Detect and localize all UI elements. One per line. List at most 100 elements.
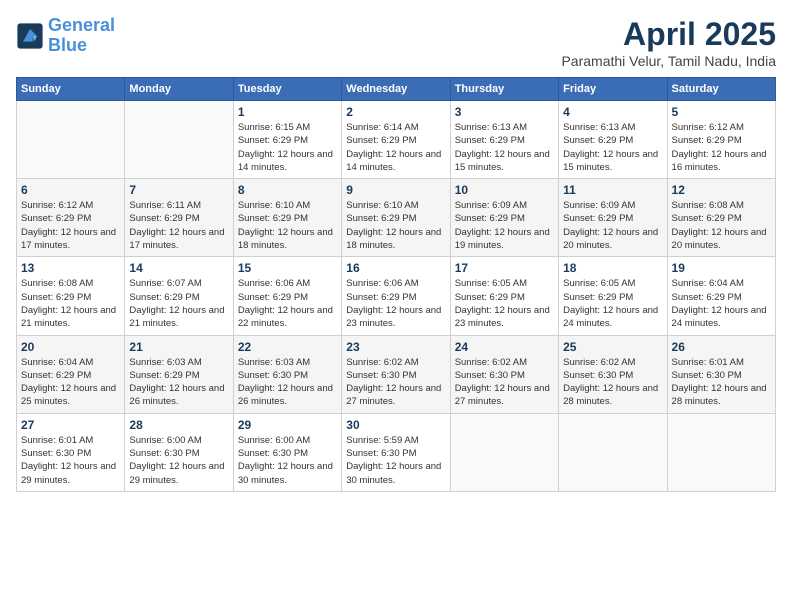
day-number: 7: [129, 183, 228, 197]
day-info: Sunrise: 6:08 AM Sunset: 6:29 PM Dayligh…: [672, 199, 771, 252]
day-cell: 17Sunrise: 6:05 AM Sunset: 6:29 PM Dayli…: [450, 257, 558, 335]
day-number: 14: [129, 261, 228, 275]
day-number: 30: [346, 418, 445, 432]
day-cell: 22Sunrise: 6:03 AM Sunset: 6:30 PM Dayli…: [233, 335, 341, 413]
day-cell: 9Sunrise: 6:10 AM Sunset: 6:29 PM Daylig…: [342, 179, 450, 257]
day-number: 8: [238, 183, 337, 197]
day-cell: 28 Sunrise: 6:00 AM Sunset: 6:30 PM Dayli…: [125, 413, 233, 491]
week-row-4: 20Sunrise: 6:04 AM Sunset: 6:29 PM Dayli…: [17, 335, 776, 413]
day-cell: 20Sunrise: 6:04 AM Sunset: 6:29 PM Dayli…: [17, 335, 125, 413]
week-row-2: 6Sunrise: 6:12 AM Sunset: 6:29 PM Daylig…: [17, 179, 776, 257]
header-cell-wednesday: Wednesday: [342, 78, 450, 101]
day-info: Sunrise: 6:14 AM Sunset: 6:29 PM Dayligh…: [346, 121, 445, 174]
day-cell: [667, 413, 775, 491]
day-info: Sunrise: 6:08 AM Sunset: 6:29 PM Dayligh…: [21, 277, 120, 330]
day-info: Sunrise: 6:04 AM Sunset: 6:29 PM Dayligh…: [672, 277, 771, 330]
week-row-3: 13Sunrise: 6:08 AM Sunset: 6:29 PM Dayli…: [17, 257, 776, 335]
day-info: Sunrise: 6:03 AM Sunset: 6:29 PM Dayligh…: [129, 356, 228, 409]
day-number: 25: [563, 340, 662, 354]
day-cell: 19Sunrise: 6:04 AM Sunset: 6:29 PM Dayli…: [667, 257, 775, 335]
week-row-1: 1 Sunrise: 6:15 AM Sunset: 6:29 PM Daylig…: [17, 101, 776, 179]
day-number: 28: [129, 418, 228, 432]
day-info: Sunrise: 6:05 AM Sunset: 6:29 PM Dayligh…: [563, 277, 662, 330]
day-info: Sunrise: 6:13 AM Sunset: 6:29 PM Dayligh…: [455, 121, 554, 174]
day-number: 10: [455, 183, 554, 197]
day-info: Sunrise: 6:12 AM Sunset: 6:29 PM Dayligh…: [672, 121, 771, 174]
day-cell: 13Sunrise: 6:08 AM Sunset: 6:29 PM Dayli…: [17, 257, 125, 335]
day-cell: 4 Sunrise: 6:13 AM Sunset: 6:29 PM Daylig…: [559, 101, 667, 179]
day-cell: 1 Sunrise: 6:15 AM Sunset: 6:29 PM Daylig…: [233, 101, 341, 179]
header-cell-sunday: Sunday: [17, 78, 125, 101]
day-cell: 26Sunrise: 6:01 AM Sunset: 6:30 PM Dayli…: [667, 335, 775, 413]
day-cell: 6Sunrise: 6:12 AM Sunset: 6:29 PM Daylig…: [17, 179, 125, 257]
day-number: 23: [346, 340, 445, 354]
day-cell: 5 Sunrise: 6:12 AM Sunset: 6:29 PM Daylig…: [667, 101, 775, 179]
day-info: Sunrise: 6:01 AM Sunset: 6:30 PM Dayligh…: [21, 434, 120, 487]
day-number: 29: [238, 418, 337, 432]
day-info: Sunrise: 5:59 AM Sunset: 6:30 PM Dayligh…: [346, 434, 445, 487]
day-cell: 21 Sunrise: 6:03 AM Sunset: 6:29 PM Dayli…: [125, 335, 233, 413]
day-number: 12: [672, 183, 771, 197]
day-cell: 8 Sunrise: 6:10 AM Sunset: 6:29 PM Daylig…: [233, 179, 341, 257]
day-cell: 2 Sunrise: 6:14 AM Sunset: 6:29 PM Daylig…: [342, 101, 450, 179]
calendar-table: SundayMondayTuesdayWednesdayThursdayFrid…: [16, 77, 776, 492]
day-cell: 12 Sunrise: 6:08 AM Sunset: 6:29 PM Dayli…: [667, 179, 775, 257]
day-number: 18: [563, 261, 662, 275]
calendar-header: SundayMondayTuesdayWednesdayThursdayFrid…: [17, 78, 776, 101]
logo-icon: [16, 22, 44, 50]
day-number: 21: [129, 340, 228, 354]
day-cell: [450, 413, 558, 491]
day-info: Sunrise: 6:07 AM Sunset: 6:29 PM Dayligh…: [129, 277, 228, 330]
header-cell-monday: Monday: [125, 78, 233, 101]
header-row: SundayMondayTuesdayWednesdayThursdayFrid…: [17, 78, 776, 101]
day-info: Sunrise: 6:13 AM Sunset: 6:29 PM Dayligh…: [563, 121, 662, 174]
day-cell: [559, 413, 667, 491]
day-cell: 25 Sunrise: 6:02 AM Sunset: 6:30 PM Dayli…: [559, 335, 667, 413]
header-cell-friday: Friday: [559, 78, 667, 101]
logo: General Blue: [16, 16, 115, 56]
day-cell: 18 Sunrise: 6:05 AM Sunset: 6:29 PM Dayli…: [559, 257, 667, 335]
day-cell: [17, 101, 125, 179]
day-info: Sunrise: 6:09 AM Sunset: 6:29 PM Dayligh…: [455, 199, 554, 252]
day-cell: 15 Sunrise: 6:06 AM Sunset: 6:29 PM Dayli…: [233, 257, 341, 335]
day-info: Sunrise: 6:06 AM Sunset: 6:29 PM Dayligh…: [238, 277, 337, 330]
header-cell-saturday: Saturday: [667, 78, 775, 101]
day-number: 15: [238, 261, 337, 275]
day-info: Sunrise: 6:05 AM Sunset: 6:29 PM Dayligh…: [455, 277, 554, 330]
day-number: 4: [563, 105, 662, 119]
day-number: 9: [346, 183, 445, 197]
day-number: 2: [346, 105, 445, 119]
day-cell: 16 Sunrise: 6:06 AM Sunset: 6:29 PM Dayli…: [342, 257, 450, 335]
day-number: 6: [21, 183, 120, 197]
day-info: Sunrise: 6:11 AM Sunset: 6:29 PM Dayligh…: [129, 199, 228, 252]
day-number: 11: [563, 183, 662, 197]
day-info: Sunrise: 6:09 AM Sunset: 6:29 PM Dayligh…: [563, 199, 662, 252]
day-number: 20: [21, 340, 120, 354]
day-cell: 29 Sunrise: 6:00 AM Sunset: 6:30 PM Dayli…: [233, 413, 341, 491]
calendar-body: 1 Sunrise: 6:15 AM Sunset: 6:29 PM Daylig…: [17, 101, 776, 492]
day-cell: 10 Sunrise: 6:09 AM Sunset: 6:29 PM Dayli…: [450, 179, 558, 257]
day-info: Sunrise: 6:02 AM Sunset: 6:30 PM Dayligh…: [563, 356, 662, 409]
day-info: Sunrise: 6:01 AM Sunset: 6:30 PM Dayligh…: [672, 356, 771, 409]
day-number: 22: [238, 340, 337, 354]
header: General Blue April 2025 Paramathi Velur,…: [16, 16, 776, 69]
day-info: Sunrise: 6:10 AM Sunset: 6:29 PM Dayligh…: [238, 199, 337, 252]
title-area: April 2025 Paramathi Velur, Tamil Nadu, …: [561, 16, 776, 69]
week-row-5: 27Sunrise: 6:01 AM Sunset: 6:30 PM Dayli…: [17, 413, 776, 491]
day-info: Sunrise: 6:15 AM Sunset: 6:29 PM Dayligh…: [238, 121, 337, 174]
calendar-title: April 2025: [561, 16, 776, 53]
day-cell: 23Sunrise: 6:02 AM Sunset: 6:30 PM Dayli…: [342, 335, 450, 413]
day-cell: 7 Sunrise: 6:11 AM Sunset: 6:29 PM Daylig…: [125, 179, 233, 257]
day-number: 24: [455, 340, 554, 354]
day-info: Sunrise: 6:00 AM Sunset: 6:30 PM Dayligh…: [129, 434, 228, 487]
day-cell: 30 Sunrise: 5:59 AM Sunset: 6:30 PM Dayli…: [342, 413, 450, 491]
day-number: 16: [346, 261, 445, 275]
day-number: 5: [672, 105, 771, 119]
day-info: Sunrise: 6:00 AM Sunset: 6:30 PM Dayligh…: [238, 434, 337, 487]
day-cell: 27Sunrise: 6:01 AM Sunset: 6:30 PM Dayli…: [17, 413, 125, 491]
day-number: 1: [238, 105, 337, 119]
day-cell: [125, 101, 233, 179]
day-info: Sunrise: 6:02 AM Sunset: 6:30 PM Dayligh…: [455, 356, 554, 409]
header-cell-thursday: Thursday: [450, 78, 558, 101]
day-info: Sunrise: 6:06 AM Sunset: 6:29 PM Dayligh…: [346, 277, 445, 330]
